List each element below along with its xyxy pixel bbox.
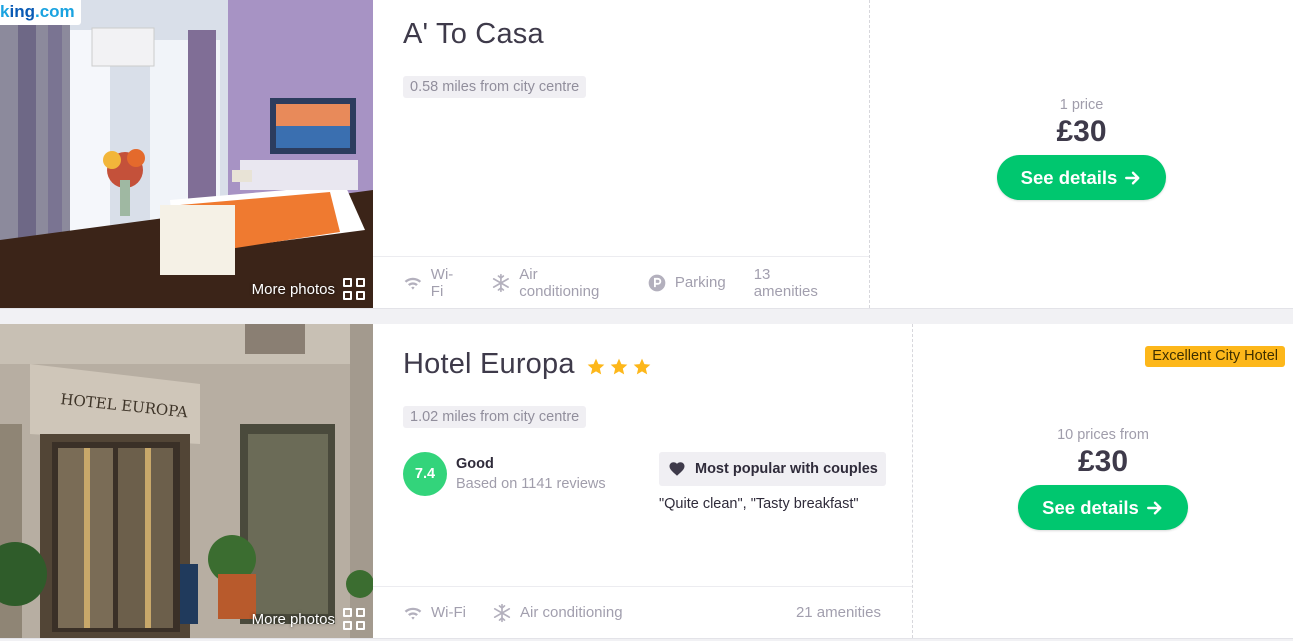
see-details-label: See details	[1042, 496, 1139, 518]
amenities-bar: Wi-Fi Air conditioning Parking 13 amenit…	[373, 256, 869, 308]
amenity-parking: Parking	[647, 273, 726, 293]
price-panel: Excellent City Hotel 10 prices from £30 …	[913, 324, 1293, 638]
provider-logo: king.com	[0, 0, 81, 25]
grid-icon	[343, 608, 365, 630]
rating-label: Good	[456, 456, 494, 472]
distance-badge: 1.02 miles from city centre	[403, 406, 587, 428]
snowflake-icon	[493, 273, 510, 292]
arrow-right-icon	[1146, 501, 1162, 514]
amenities-count[interactable]: 13 amenities	[754, 266, 838, 300]
grid-icon	[343, 278, 365, 300]
amenity-label: Air conditioning	[519, 265, 600, 300]
snowflake-icon	[493, 603, 511, 622]
wifi-icon	[404, 607, 422, 620]
see-details-button[interactable]: See details	[996, 155, 1167, 200]
review-count: Based on 1141 reviews	[456, 476, 606, 492]
more-photos-button[interactable]: More photos	[252, 608, 365, 630]
amenity-wifi: Wi-Fi	[403, 266, 465, 300]
hotel-card[interactable]: king.com More photos A' To Casa 0.58 mil…	[0, 0, 1293, 309]
parking-icon	[648, 274, 666, 291]
price-value: £30	[1056, 115, 1107, 148]
amenities-count[interactable]: 21 amenities	[796, 604, 881, 621]
amenity-air-conditioning: Air conditioning	[491, 266, 620, 300]
see-details-button[interactable]: See details	[1018, 485, 1188, 530]
star-rating	[586, 357, 652, 377]
amenity-air-conditioning: Air conditioning	[492, 603, 623, 623]
amenity-label: Air conditioning	[519, 604, 623, 621]
wifi-icon	[404, 277, 422, 290]
hotel-photo[interactable]: king.com More photos	[0, 0, 373, 308]
star-icon	[610, 358, 628, 374]
hotel-name-row: Hotel Europa	[403, 348, 652, 381]
arrow-right-icon	[1125, 171, 1140, 184]
amenities-bar: Wi-Fi Air conditioning 21 amenities	[373, 586, 912, 638]
more-photos-button[interactable]: More photos	[252, 278, 365, 300]
price-count-label: 10 prices from	[1057, 427, 1149, 443]
star-icon	[633, 358, 651, 374]
excellent-city-hotel-badge: Excellent City Hotel	[1145, 346, 1285, 367]
rating-score: 7.4	[403, 452, 447, 496]
popular-highlight: Most popular with couples "Quite clean",…	[659, 452, 886, 512]
see-details-label: See details	[1020, 166, 1118, 188]
room-photo-image	[0, 0, 373, 308]
popular-label: Most popular with couples	[695, 461, 878, 477]
popular-badge: Most popular with couples	[659, 452, 886, 486]
hotel-photo[interactable]: HOTEL EUROPA More photos	[0, 324, 373, 638]
review-quotes: "Quite clean", "Tasty breakfast"	[659, 496, 859, 512]
amenity-label: Wi-Fi	[431, 604, 466, 621]
hotel-card[interactable]: HOTEL EUROPA More photos Hotel Europa 1.…	[0, 324, 1293, 639]
amenity-label: Parking	[674, 274, 726, 291]
price-count-label: 1 price	[1059, 97, 1104, 113]
hotel-facade-image: HOTEL EUROPA	[0, 324, 373, 638]
review-rating[interactable]: 7.4 Good Based on 1141 reviews	[403, 452, 606, 496]
hotel-name[interactable]: A' To Casa	[403, 18, 544, 51]
hotel-info: Hotel Europa 1.02 miles from city centre…	[373, 324, 913, 638]
hotel-name[interactable]: Hotel Europa	[403, 348, 575, 381]
star-icon	[587, 358, 605, 374]
more-photos-label: More photos	[251, 610, 335, 628]
hotel-info: A' To Casa 0.58 miles from city centre W…	[373, 0, 870, 308]
price-value: £30	[1077, 445, 1129, 478]
distance-badge: 0.58 miles from city centre	[403, 76, 587, 98]
heart-icon	[669, 462, 685, 476]
price-panel: 1 price £30 See details	[870, 0, 1293, 308]
amenity-wifi: Wi-Fi	[403, 603, 466, 623]
more-photos-label: More photos	[251, 280, 335, 298]
amenity-label: Wi-Fi	[430, 265, 454, 300]
